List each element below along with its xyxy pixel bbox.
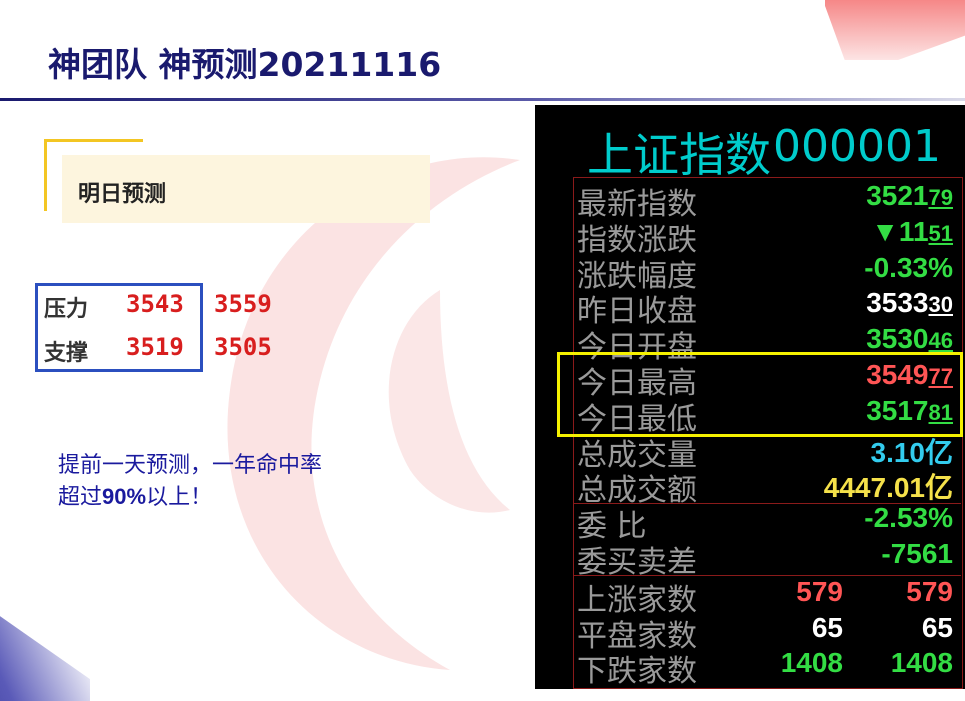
high-low-highlight-box — [557, 352, 963, 437]
quote-row-value: 353330 — [866, 287, 953, 319]
quote-row-value: -7561 — [881, 538, 953, 569]
quote-row-value: 352179 — [866, 180, 953, 211]
breadth-row: 上涨家数 579 579 — [571, 575, 961, 618]
quote-row: 委买卖差 -7561 — [571, 537, 961, 580]
breadth-count-total: 579 — [906, 575, 953, 607]
quote-row-value: ▼1151 — [871, 215, 953, 247]
quote-row-value: -0.33% — [864, 251, 953, 283]
support-label: 支撑 — [44, 341, 89, 366]
resistance-level-2: 3559 — [214, 290, 272, 318]
corner-decoration-top-right — [825, 0, 965, 60]
accuracy-percent: 90% — [102, 484, 147, 509]
prediction-note: 提前一天预测，一年命中率 超过90%以上！ — [58, 450, 322, 513]
breadth-count: 579 — [796, 575, 843, 607]
quote-row: 委 比 -2.53% — [571, 501, 961, 544]
corner-decoration-bottom-left — [0, 611, 90, 701]
section-title: 明日预测 — [78, 182, 167, 207]
note-line-1: 提前一天预测，一年命中率 — [58, 453, 323, 478]
quote-row: 指数涨跌 ▼1151 — [571, 215, 961, 258]
quote-row: 昨日收盘 353330 — [571, 286, 961, 329]
resistance-level-1: 3543 — [126, 290, 184, 318]
page-title: 神团队 神预测20211116 — [48, 45, 442, 84]
quote-row-value: 353046 — [866, 323, 953, 355]
breadth-count: 1408 — [780, 647, 843, 679]
breadth-count: 65 — [811, 611, 843, 643]
breadth-row: 平盘家数 65 65 — [571, 611, 961, 654]
breadth-count-total: 65 — [921, 611, 953, 643]
quote-row-value: -2.53% — [864, 502, 953, 534]
support-level-2: 3505 — [214, 333, 272, 361]
quote-title: 上证指数 000001 — [535, 119, 965, 182]
title-divider — [0, 98, 965, 101]
quote-row: 总成交额 4447.01亿 — [571, 465, 961, 508]
breadth-row-label: 下跌家数 — [577, 654, 697, 689]
support-level-1: 3519 — [126, 333, 184, 361]
note-line-2: 超过90%以上！ — [58, 484, 213, 510]
index-name: 上证指数 — [587, 128, 771, 182]
quote-row: 涨跌幅度 -0.33% — [571, 251, 961, 294]
breadth-count-total: 1408 — [890, 647, 953, 679]
quote-row: 最新指数 352179 — [571, 179, 961, 222]
resistance-label: 压力 — [44, 297, 89, 322]
index-code: 000001 — [773, 121, 941, 172]
breadth-row: 下跌家数 1408 1408 — [571, 646, 961, 689]
